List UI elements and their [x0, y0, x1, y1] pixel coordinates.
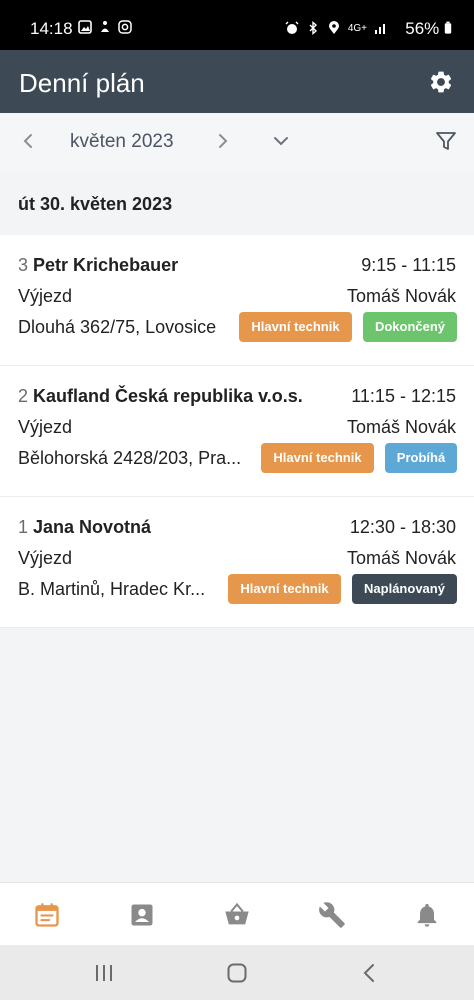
- appointment-card[interactable]: 3 Petr Krichebauer 9:15 - 11:15 Výjezd T…: [0, 235, 474, 366]
- appointment-type: Výjezd: [18, 548, 73, 568]
- contact-icon[interactable]: [128, 901, 156, 929]
- accessibility-icon: [101, 21, 109, 32]
- role-badge: Hlavní technik: [228, 574, 341, 604]
- chevron-right-icon[interactable]: [211, 130, 233, 152]
- role-badge: Hlavní technik: [261, 443, 374, 473]
- system-navigation-bar: [0, 945, 474, 1000]
- appointment-number: 3: [18, 255, 29, 275]
- status-time: 14:18: [30, 19, 73, 38]
- alarm-icon: [285, 21, 299, 34]
- battery-icon: [444, 21, 452, 34]
- network-label: 4G+: [347, 22, 367, 34]
- battery-percent: 56%: [405, 19, 452, 39]
- status-badge: Probíhá: [385, 443, 457, 473]
- image-icon: [78, 20, 92, 34]
- back-icon[interactable]: [358, 961, 382, 985]
- appointment-card[interactable]: 2 Kaufland Česká republika v.o.s. 11:15 …: [0, 366, 474, 497]
- bottom-navigation: [0, 882, 474, 946]
- role-badge: Hlavní technik: [239, 312, 352, 342]
- appointment-card[interactable]: 1 Jana Novotná 12:30 - 18:30 Výjezd Tomá…: [0, 497, 474, 628]
- status-badge: Dokončený: [363, 312, 457, 342]
- page-title: Denní plán: [19, 68, 145, 98]
- appointment-number: 2: [18, 386, 29, 406]
- customer-name: Petr Krichebauer: [33, 255, 179, 275]
- customer-name: Jana Novotná: [33, 517, 152, 537]
- appointment-type: Výjezd: [18, 417, 73, 437]
- time-range: 9:15 - 11:15: [361, 255, 456, 275]
- home-icon[interactable]: [225, 961, 249, 985]
- recents-icon[interactable]: [92, 961, 116, 985]
- appointment-number: 1: [18, 517, 29, 537]
- basket-icon[interactable]: [223, 901, 251, 929]
- signal-icon: [375, 24, 385, 34]
- technician-name: Tomáš Novák: [346, 417, 456, 437]
- month-label[interactable]: květen 2023: [70, 131, 174, 153]
- bell-icon[interactable]: [413, 901, 441, 929]
- date-navigation: květen 2023: [0, 113, 474, 171]
- filter-icon[interactable]: [434, 129, 458, 153]
- gear-icon[interactable]: [428, 69, 454, 95]
- chevron-left-icon[interactable]: [18, 130, 40, 152]
- bluetooth-icon: [309, 21, 317, 35]
- status-badge: Naplánovaný: [352, 574, 457, 604]
- technician-name: Tomáš Novák: [346, 548, 456, 568]
- time-range: 11:15 - 12:15: [351, 386, 456, 406]
- technician-name: Tomáš Novák: [346, 286, 456, 306]
- address: Bělohorská 2428/203, Pra...: [18, 448, 242, 468]
- customer-name: Kaufland Česká republika v.o.s.: [33, 386, 303, 406]
- instagram-icon: [118, 20, 132, 34]
- status-bar: 14:18 4G+ 56%: [0, 0, 474, 50]
- wrench-icon[interactable]: [318, 901, 346, 929]
- day-header: út 30. květen 2023: [18, 194, 173, 214]
- chevron-down-icon[interactable]: [270, 130, 292, 152]
- location-icon: [328, 21, 339, 34]
- address: B. Martinů, Hradec Kr...: [18, 579, 206, 599]
- time-range: 12:30 - 18:30: [349, 517, 456, 537]
- calendar-icon[interactable]: [33, 901, 61, 929]
- app-header: Denní plán: [0, 50, 474, 113]
- address: Dlouhá 362/75, Lovosice: [18, 317, 217, 337]
- appointment-type: Výjezd: [18, 286, 73, 306]
